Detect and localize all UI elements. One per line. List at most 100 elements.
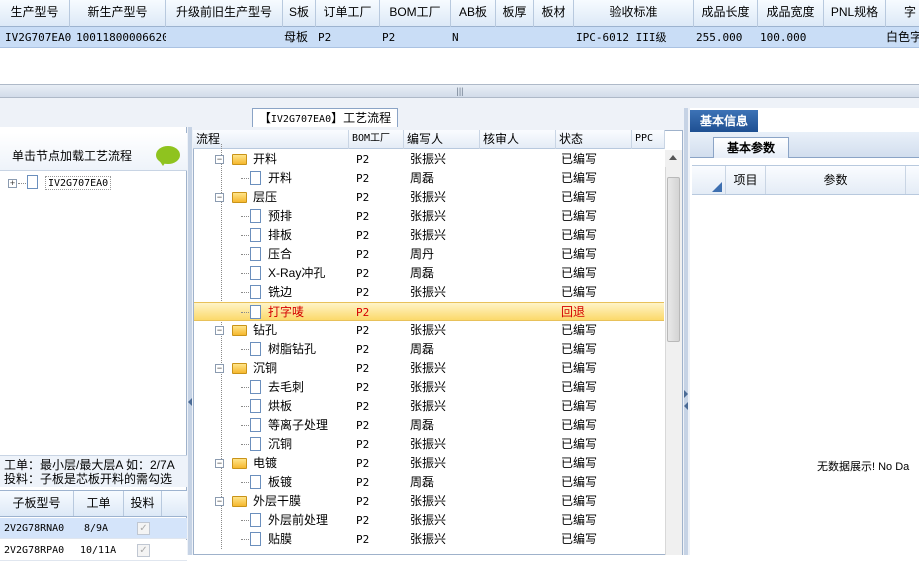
process-row[interactable]: 预排 P2 张振兴 已编写 — [194, 207, 664, 226]
cell-production-model: IV2G707EA0 — [5, 31, 71, 44]
document-icon — [250, 266, 261, 280]
process-writer: 张振兴 — [410, 209, 447, 223]
col-width[interactable]: 成品宽度 — [758, 0, 824, 27]
tree-branch-line — [241, 520, 249, 521]
process-row[interactable]: 外层前处理 P2 张振兴 已编写 — [194, 511, 664, 530]
col-order-factory[interactable]: 订单工厂 — [316, 0, 380, 27]
document-icon — [250, 532, 261, 546]
process-row[interactable]: 贴膜 P2 张振兴 已编写 — [194, 530, 664, 549]
process-row[interactable]: − 外层干膜 P2 张振兴 已编写 — [194, 492, 664, 511]
process-row[interactable]: − 钻孔 P2 张振兴 已编写 — [194, 321, 664, 340]
tree-root-node[interactable]: IV2G707EA0 — [45, 176, 112, 190]
process-row[interactable]: 开料 P2 周磊 已编写 — [194, 169, 664, 188]
process-status: 已编写 — [561, 380, 598, 394]
process-name: 钻孔 — [253, 323, 278, 337]
col-acceptance[interactable]: 验收标准 — [574, 0, 694, 27]
col-status[interactable]: 状态 — [556, 130, 632, 149]
process-row[interactable]: 铣边 P2 张振兴 已编写 — [194, 283, 664, 302]
cell-old-model — [170, 27, 280, 48]
col-length[interactable]: 成品长度 — [694, 0, 758, 27]
process-name: 贴膜 — [268, 532, 293, 546]
process-row[interactable]: 去毛刺 P2 张振兴 已编写 — [194, 378, 664, 397]
col-thickness[interactable]: 板厚 — [496, 0, 534, 27]
process-row[interactable]: − 层压 P2 张振兴 已编写 — [194, 188, 664, 207]
left-collapse-strip[interactable] — [188, 127, 192, 555]
col-sub-order[interactable]: 工单 — [74, 491, 124, 516]
sub-order: 8/9A — [84, 523, 109, 534]
collapse-left-arrow-icon[interactable] — [188, 398, 192, 406]
col-char[interactable]: 字 — [886, 0, 919, 27]
col-flow[interactable]: 流程 — [193, 130, 349, 149]
process-row[interactable]: − 沉铜 P2 张振兴 已编写 — [194, 359, 664, 378]
row-expander[interactable]: − — [215, 326, 224, 335]
process-flow-tab[interactable]: 【IV2G707EA0】工艺流程 — [252, 108, 398, 127]
process-row[interactable]: 压合 P2 周丹 已编写 — [194, 245, 664, 264]
horizontal-splitter[interactable]: ||| — [0, 84, 919, 98]
col-old-model[interactable]: 升级前旧生产型号 — [166, 0, 283, 27]
process-writer: 张振兴 — [410, 361, 447, 375]
col-bom-factory[interactable]: BOM工厂 — [349, 130, 404, 149]
tree-connector — [18, 183, 26, 184]
process-row[interactable]: 排板 P2 张振兴 已编写 — [194, 226, 664, 245]
process-status: 已编写 — [561, 342, 598, 356]
splitter-grip-icon[interactable]: ||| — [453, 85, 467, 97]
row-expander[interactable]: − — [215, 459, 224, 468]
process-status: 已编写 — [561, 209, 598, 223]
top-grid-row[interactable]: IV2G707EA0 10011800006620 母板 P2 P2 N IPC… — [0, 27, 919, 48]
col-param[interactable]: 参数 — [766, 166, 906, 194]
expand-right-arrow-icon[interactable] — [684, 402, 688, 410]
col-ppc[interactable]: PPC — [632, 130, 665, 149]
process-writer: 张振兴 — [410, 285, 447, 299]
process-bom-factory: P2 — [356, 457, 370, 470]
process-row[interactable]: 打字唛 P2 回退 — [194, 302, 664, 321]
col-new-production-model[interactable]: 新生产型号 — [70, 0, 166, 27]
row-expander[interactable]: − — [215, 193, 224, 202]
process-status: 已编写 — [561, 456, 598, 470]
sub-board-row[interactable]: 2V2G78RPA0 10/11A ✓ — [0, 540, 187, 561]
row-expander[interactable]: − — [215, 155, 224, 164]
process-row[interactable]: − 电镀 P2 张振兴 已编写 — [194, 454, 664, 473]
process-row[interactable]: 沉铜 P2 张振兴 已编写 — [194, 435, 664, 454]
tab-basic-params[interactable]: 基本参数 — [713, 137, 789, 158]
folder-icon — [232, 192, 247, 203]
right-collapse-strip[interactable] — [684, 108, 688, 555]
process-row[interactable]: − 开料 P2 张振兴 已编写 — [194, 150, 664, 169]
row-expander[interactable]: − — [215, 364, 224, 373]
tree-branch-line — [241, 292, 249, 293]
process-row[interactable]: 树脂钻孔 P2 周磊 已编写 — [194, 340, 664, 359]
col-pnl[interactable]: PNL规格 — [824, 0, 886, 27]
row-expander[interactable]: − — [215, 497, 224, 506]
col-item[interactable]: 项目 — [726, 166, 766, 194]
col-ab-board[interactable]: AB板 — [451, 0, 496, 27]
process-row[interactable]: 等离子处理 P2 周磊 已编写 — [194, 416, 664, 435]
col-writer[interactable]: 编写人 — [404, 130, 480, 149]
tree-branch-line — [241, 273, 249, 274]
sub-board-row[interactable]: 2V2G78RNA0 8/9A ✓ — [0, 518, 187, 539]
process-writer: 张振兴 — [410, 513, 447, 527]
process-status: 已编写 — [561, 399, 598, 413]
process-row[interactable]: 板镀 P2 周磊 已编写 — [194, 473, 664, 492]
process-bom-factory: P2 — [356, 210, 370, 223]
note-line-1: 工单：最小层/最大层A 如：2/7A — [4, 458, 175, 472]
col-production-model[interactable]: 生产型号 — [0, 0, 70, 27]
col-sub-feed[interactable]: 投料 — [124, 491, 162, 516]
col-s-board[interactable]: S板 — [283, 0, 316, 27]
scrollbar-thumb[interactable] — [667, 177, 680, 342]
tab-basic-info[interactable]: 基本信息 — [690, 110, 758, 132]
document-icon — [250, 513, 261, 527]
col-reviewer[interactable]: 核审人 — [480, 130, 556, 149]
collapse-right-arrow-icon[interactable] — [684, 390, 688, 398]
tree-branch-line — [241, 482, 249, 483]
document-icon — [250, 418, 261, 432]
feed-checkbox[interactable]: ✓ — [137, 522, 150, 535]
tree-branch-line — [241, 349, 249, 350]
process-name: 沉铜 — [253, 361, 278, 375]
tree-root-expander[interactable]: + — [8, 179, 17, 188]
process-row[interactable]: 烘板 P2 张振兴 已编写 — [194, 397, 664, 416]
col-bom-factory[interactable]: BOM工厂 — [380, 0, 451, 27]
process-row[interactable]: X-Ray冲孔 P2 周磊 已编写 — [194, 264, 664, 283]
col-material[interactable]: 板材 — [534, 0, 574, 27]
col-sub-model[interactable]: 子板型号 — [0, 491, 74, 516]
document-icon — [250, 437, 261, 451]
feed-checkbox[interactable]: ✓ — [137, 544, 150, 557]
